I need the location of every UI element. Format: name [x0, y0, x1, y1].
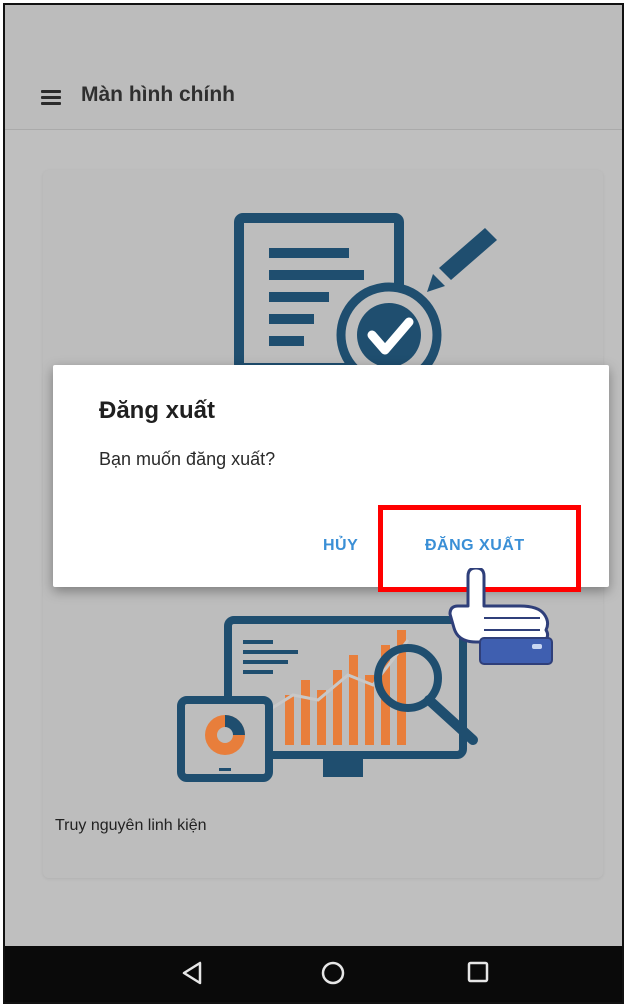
- home-circle-icon[interactable]: [319, 960, 347, 988]
- dialog-title: Đăng xuất: [99, 397, 216, 424]
- cancel-button[interactable]: HỦY: [323, 537, 358, 555]
- recents-square-icon[interactable]: [466, 960, 490, 984]
- back-triangle-icon[interactable]: [180, 960, 206, 986]
- page-title: Màn hình chính: [81, 83, 235, 106]
- system-nav-bar: [5, 946, 622, 1002]
- app-bar: Màn hình chính: [5, 5, 622, 130]
- dialog-message: Bạn muốn đăng xuất?: [99, 449, 276, 469]
- pointing-hand-icon: [448, 568, 553, 665]
- hamburger-menu-icon[interactable]: [41, 90, 61, 105]
- document-check-icon: [234, 213, 497, 380]
- card-caption: Truy nguyên linh kiện: [55, 817, 207, 834]
